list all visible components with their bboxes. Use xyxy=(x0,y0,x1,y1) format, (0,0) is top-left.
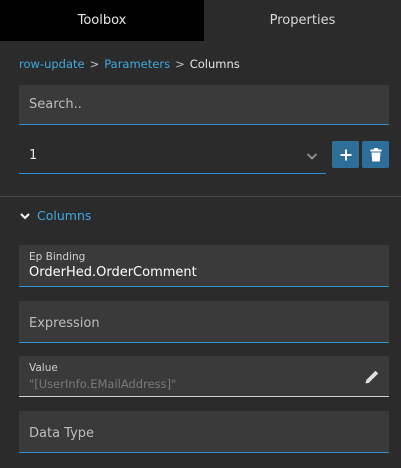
chevron-down-icon xyxy=(20,212,30,219)
expression-field[interactable]: Expression xyxy=(19,301,389,343)
pencil-icon[interactable] xyxy=(363,368,381,386)
tab-properties[interactable]: Properties xyxy=(204,0,401,41)
trash-icon xyxy=(370,147,381,161)
breadcrumb-row-update[interactable]: row-update xyxy=(19,57,85,71)
value-hint: "[UserInfo.EMailAddress]" xyxy=(29,377,177,391)
column-selector-value: 1 xyxy=(29,148,38,163)
value-label: Value xyxy=(29,362,58,374)
ep-binding-field[interactable]: Ep Binding OrderHed.OrderComment xyxy=(19,245,389,287)
section-title: Columns xyxy=(37,208,92,223)
delete-button[interactable] xyxy=(362,141,389,168)
expression-placeholder: Expression xyxy=(29,316,100,331)
breadcrumb-separator: > xyxy=(175,57,185,71)
plus-icon xyxy=(340,149,351,160)
tab-bar: Toolbox Properties xyxy=(0,0,401,41)
add-button[interactable] xyxy=(332,141,359,168)
value-field[interactable]: Value "[UserInfo.EMailAddress]" xyxy=(19,356,389,397)
search-input[interactable]: Search.. xyxy=(19,85,389,125)
breadcrumb-separator: > xyxy=(89,57,100,71)
search-placeholder: Search.. xyxy=(29,97,82,112)
tab-toolbox[interactable]: Toolbox xyxy=(0,0,204,41)
column-selector[interactable]: 1 xyxy=(19,140,326,174)
data-type-placeholder: Data Type xyxy=(29,426,95,441)
breadcrumb: row-update > Parameters > Columns xyxy=(19,57,240,71)
breadcrumb-parameters[interactable]: Parameters xyxy=(104,57,170,71)
breadcrumb-columns: Columns xyxy=(189,57,240,71)
ep-binding-label: Ep Binding xyxy=(29,251,86,263)
chevron-down-icon xyxy=(306,153,318,160)
data-type-field[interactable]: Data Type xyxy=(19,411,389,453)
ep-binding-value: OrderHed.OrderComment xyxy=(29,265,197,280)
divider xyxy=(0,196,401,197)
columns-section-toggle[interactable]: Columns xyxy=(19,208,91,223)
